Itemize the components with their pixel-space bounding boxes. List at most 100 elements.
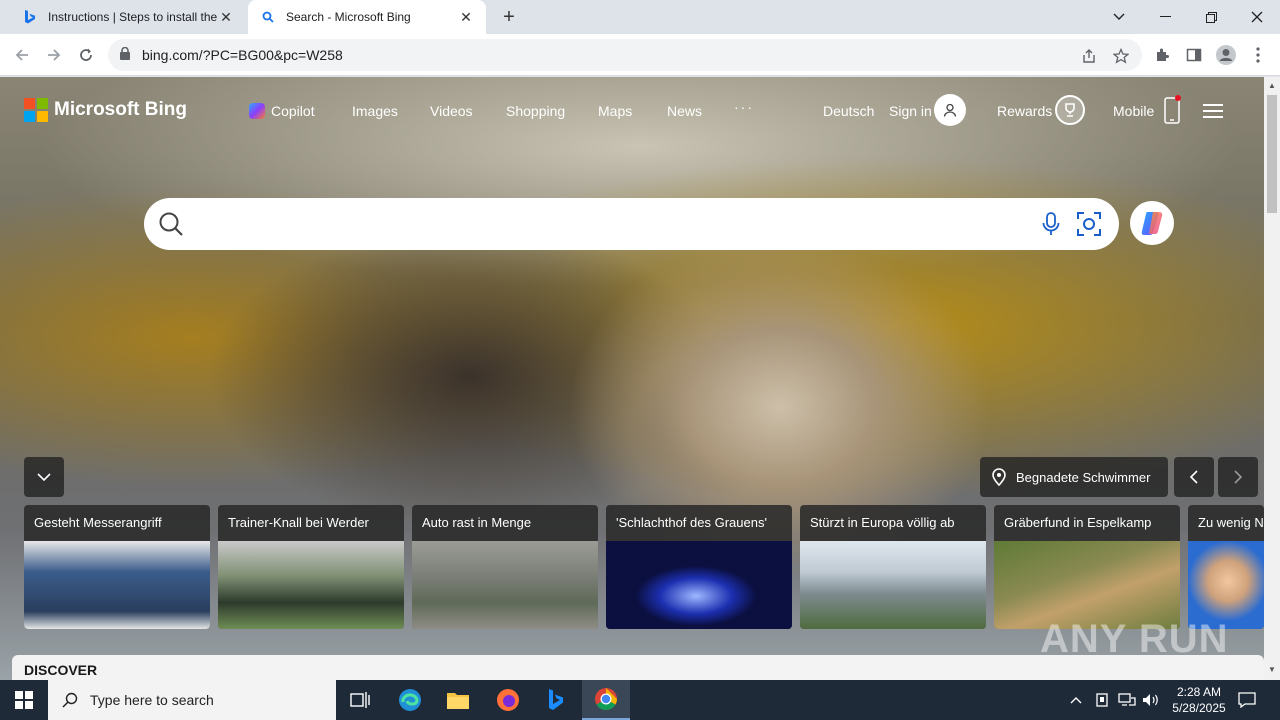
news-card[interactable]: Gräberfund in Espelkamp xyxy=(994,505,1180,629)
news-card-title: Zu wenig N xyxy=(1198,515,1264,530)
news-card-image xyxy=(1188,541,1264,629)
bookmark-star-icon[interactable] xyxy=(1112,47,1130,65)
search-icon[interactable] xyxy=(158,211,184,242)
share-icon[interactable] xyxy=(1080,47,1098,65)
mobile-phone-icon[interactable] xyxy=(1163,95,1181,130)
scroll-down-icon[interactable]: ▼ xyxy=(1268,665,1276,674)
tab-bing-search[interactable]: Search - Microsoft Bing ✕ xyxy=(248,0,486,34)
next-image-button[interactable] xyxy=(1218,457,1258,497)
expand-feed-button[interactable] xyxy=(24,457,64,497)
tab-instructions[interactable]: Instructions | Steps to install the ✕ xyxy=(10,0,246,34)
nav-news[interactable]: News xyxy=(667,103,702,119)
close-tab-icon[interactable]: ✕ xyxy=(218,9,234,26)
reload-icon[interactable] xyxy=(74,43,98,67)
url-text[interactable]: bing.com/?PC=BG00&pc=W258 xyxy=(142,47,343,63)
task-view-icon[interactable] xyxy=(336,680,384,720)
news-card[interactable]: Gesteht Messerangriff xyxy=(24,505,210,629)
chevron-down-icon xyxy=(37,473,51,481)
user-avatar-icon[interactable] xyxy=(934,94,966,126)
nav-shopping[interactable]: Shopping xyxy=(506,103,565,119)
tab-title: Instructions | Steps to install the xyxy=(48,10,218,24)
menu-kebab-icon[interactable] xyxy=(1246,43,1270,67)
search-favicon-icon xyxy=(260,9,276,25)
nav-more[interactable]: ··· xyxy=(734,99,754,115)
bing-homepage: Microsoft Bing Copilot Images Videos Sho… xyxy=(0,77,1264,680)
news-card[interactable]: Zu wenig N xyxy=(1188,505,1264,629)
side-panel-icon[interactable] xyxy=(1182,43,1206,67)
bing-logo[interactable]: Microsoft Bing xyxy=(24,98,187,122)
clock-date: 5/28/2025 xyxy=(1172,701,1226,715)
file-explorer-icon[interactable] xyxy=(434,680,482,720)
copilot-icon xyxy=(249,103,265,119)
system-clock[interactable]: 2:28 AM 5/28/2025 xyxy=(1160,684,1238,716)
nav-copilot[interactable]: Copilot xyxy=(249,103,315,119)
lock-icon[interactable] xyxy=(120,46,130,65)
news-card[interactable]: Auto rast in Menge xyxy=(412,505,598,629)
windows-logo-icon xyxy=(15,691,33,709)
location-pin-icon xyxy=(992,468,1006,486)
rewards-trophy-icon[interactable] xyxy=(1055,95,1085,125)
chrome-icon[interactable] xyxy=(582,680,630,720)
forward-icon[interactable] xyxy=(42,43,66,67)
security-icon[interactable] xyxy=(1095,680,1109,720)
hamburger-menu-icon[interactable] xyxy=(1203,103,1223,124)
image-info-button[interactable]: Begnadete Schwimmer xyxy=(980,457,1168,497)
news-card-image xyxy=(606,541,792,629)
nav-maps[interactable]: Maps xyxy=(598,103,632,119)
taskbar-search-placeholder: Type here to search xyxy=(90,692,214,708)
firefox-icon[interactable] xyxy=(484,680,532,720)
sign-in-link[interactable]: Sign in xyxy=(889,103,932,119)
nav-images[interactable]: Images xyxy=(352,103,398,119)
news-card-image xyxy=(24,541,210,629)
network-icon[interactable] xyxy=(1118,680,1136,720)
chevron-right-icon xyxy=(1234,470,1242,484)
news-card-image xyxy=(994,541,1180,629)
scroll-up-icon[interactable]: ▲ xyxy=(1268,81,1276,90)
news-card-title: Auto rast in Menge xyxy=(422,515,532,530)
tab-strip: Instructions | Steps to install the ✕ Se… xyxy=(0,0,1280,34)
copilot-logo-icon xyxy=(1141,212,1163,235)
news-card[interactable]: 'Schlachthof des Grauens' xyxy=(606,505,792,629)
tab-search-chevron-icon[interactable] xyxy=(1096,0,1142,34)
extensions-icon[interactable] xyxy=(1150,43,1174,67)
previous-image-button[interactable] xyxy=(1174,457,1214,497)
page-scrollbar[interactable]: ▲ ▼ xyxy=(1264,77,1280,680)
copilot-button[interactable] xyxy=(1130,201,1174,245)
bing-app-icon[interactable] xyxy=(532,680,580,720)
microphone-icon[interactable] xyxy=(1042,212,1060,241)
mobile-link[interactable]: Mobile xyxy=(1113,103,1154,119)
volume-icon[interactable] xyxy=(1142,680,1160,720)
visual-search-icon[interactable] xyxy=(1076,211,1102,242)
chevron-up-icon xyxy=(1070,697,1082,704)
discover-heading: DISCOVER xyxy=(12,655,1264,680)
news-card-image xyxy=(412,541,598,629)
clock-time: 2:28 AM xyxy=(1176,685,1222,699)
notifications-icon[interactable] xyxy=(1238,680,1256,720)
edge-icon[interactable] xyxy=(386,680,434,720)
scrollbar-thumb[interactable] xyxy=(1267,95,1277,213)
news-card-title: Stürzt in Europa völlig ab xyxy=(810,515,955,530)
news-card[interactable]: Trainer-Knall bei Werder xyxy=(218,505,404,629)
nav-videos[interactable]: Videos xyxy=(430,103,473,119)
logo-text: Microsoft Bing xyxy=(54,99,187,120)
news-card[interactable]: Stürzt in Europa völlig ab xyxy=(800,505,986,629)
taskbar-search[interactable]: Type here to search xyxy=(48,680,336,720)
browser-toolbar: bing.com/?PC=BG00&pc=W258 xyxy=(0,34,1280,76)
bing-favicon-icon xyxy=(22,9,38,25)
address-bar[interactable]: bing.com/?PC=BG00&pc=W258 xyxy=(108,39,1142,71)
restore-icon[interactable] xyxy=(1188,0,1234,34)
search-icon xyxy=(62,692,78,708)
close-tab-icon[interactable]: ✕ xyxy=(458,9,474,26)
profile-icon[interactable] xyxy=(1214,43,1238,67)
image-caption: Begnadete Schwimmer xyxy=(1016,469,1151,485)
minimize-icon[interactable] xyxy=(1142,0,1188,34)
rewards-link[interactable]: Rewards xyxy=(997,103,1052,119)
back-icon[interactable] xyxy=(10,43,34,67)
search-box[interactable] xyxy=(144,198,1119,250)
close-window-icon[interactable] xyxy=(1234,0,1280,34)
language-link[interactable]: Deutsch xyxy=(823,103,874,119)
show-hidden-icons[interactable] xyxy=(1070,680,1082,720)
start-button[interactable] xyxy=(0,680,48,720)
microsoft-logo-icon xyxy=(24,98,48,122)
new-tab-icon[interactable]: + xyxy=(498,6,520,28)
